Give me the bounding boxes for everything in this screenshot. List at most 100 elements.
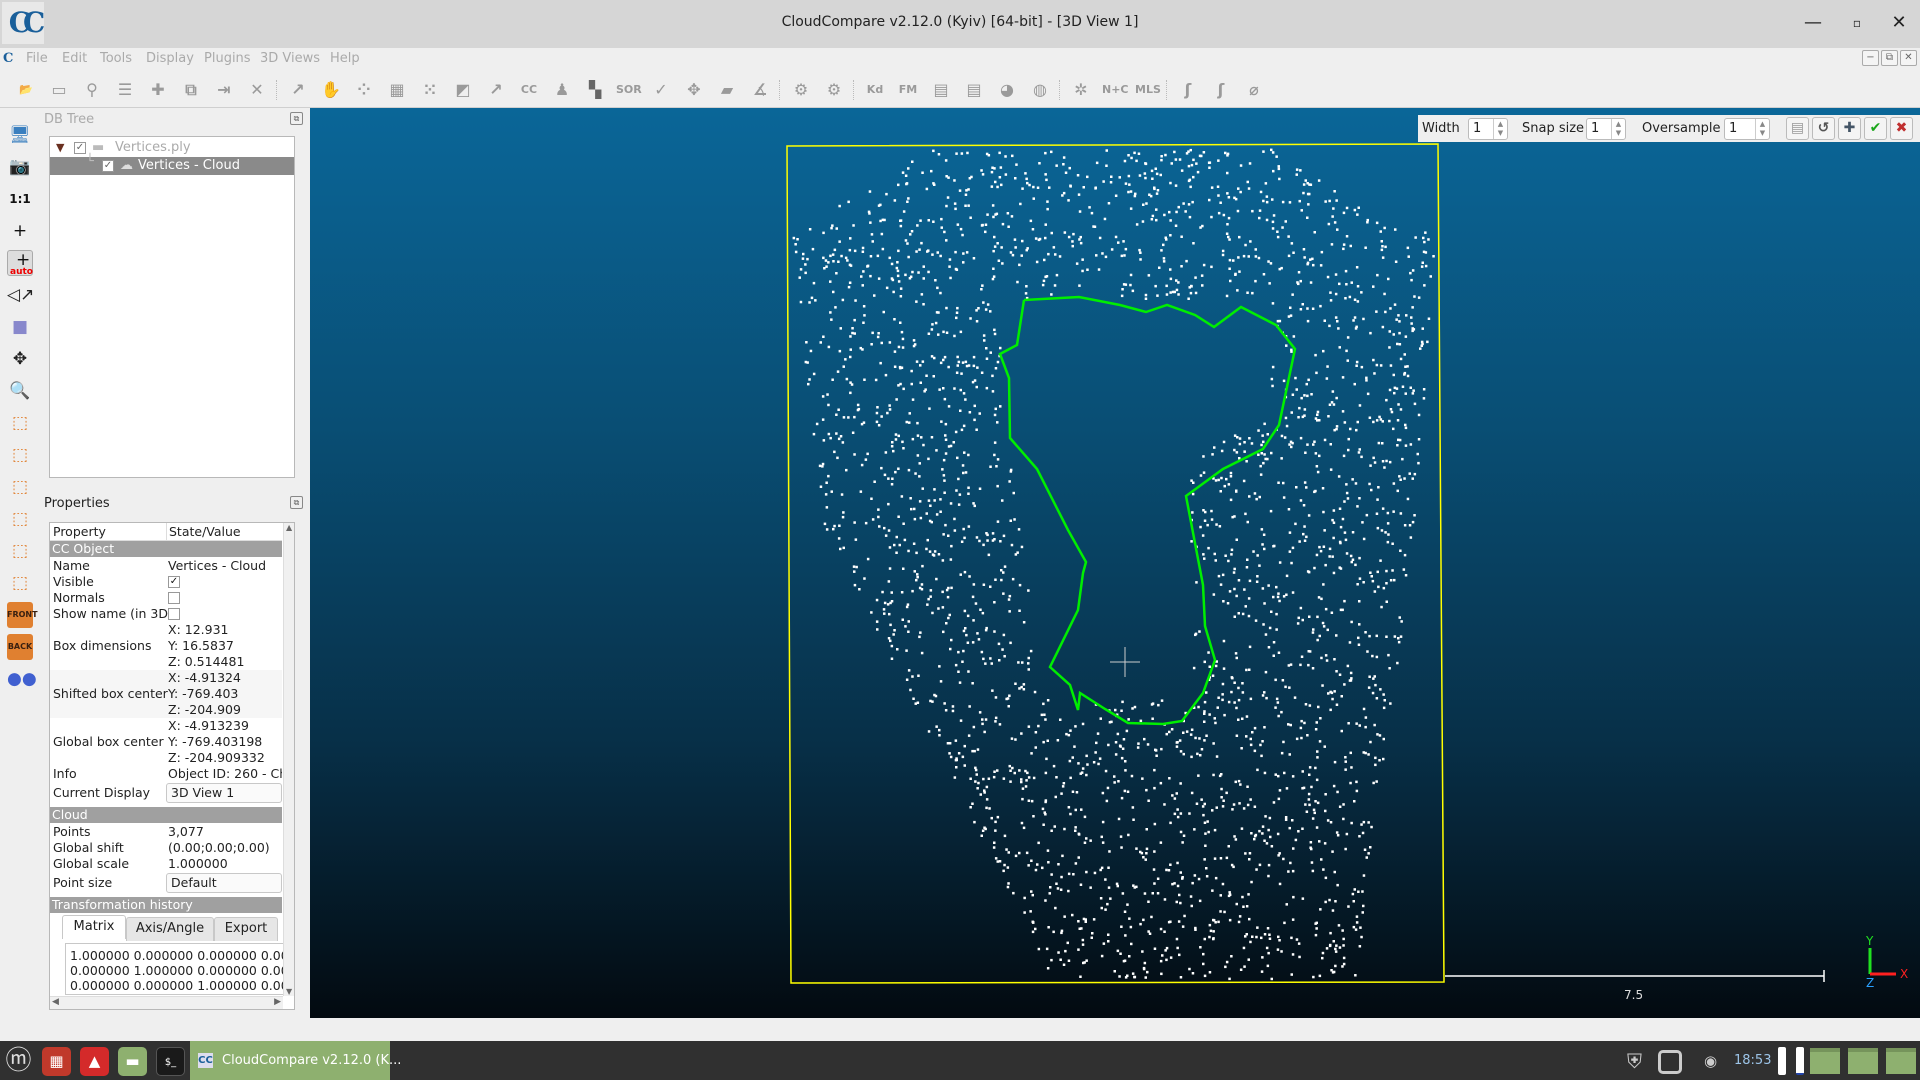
network-icon[interactable]: [1658, 1050, 1682, 1074]
raster-button[interactable]: ▤: [1786, 117, 1809, 140]
apply-button[interactable]: ✔: [1864, 117, 1887, 140]
workspace-2[interactable]: [1848, 1048, 1878, 1074]
close-button[interactable]: ✕: [1884, 10, 1914, 36]
mdi-restore-button[interactable]: ⧉: [1881, 50, 1898, 66]
tab-export[interactable]: Export: [214, 917, 278, 941]
canupo-classify-icon[interactable]: ⚙: [822, 79, 846, 101]
pie-icon[interactable]: ◕: [995, 79, 1019, 101]
pivot-icon[interactable]: +: [7, 218, 33, 244]
mdi-minimize-button[interactable]: −: [1862, 50, 1879, 66]
nc-icon[interactable]: N+C: [1102, 79, 1129, 101]
show-name-checkbox[interactable]: [168, 608, 180, 620]
3d-view[interactable]: [310, 108, 1920, 1018]
workspace-1[interactable]: [1810, 1048, 1840, 1074]
tree-item-cloud[interactable]: └ ✓ ☁ Vertices - Cloud: [50, 154, 294, 175]
scroll-left-icon[interactable]: ◀: [52, 997, 59, 1007]
fm-icon[interactable]: FM: [896, 79, 920, 101]
right-view-icon[interactable]: ⬚: [7, 538, 33, 564]
menu-plugins[interactable]: Plugins: [204, 51, 251, 66]
translate-icon[interactable]: ↗: [286, 79, 310, 101]
clone-icon[interactable]: ⚲: [80, 79, 104, 101]
scroll-right-icon[interactable]: ▶: [274, 997, 281, 1007]
top-view-icon[interactable]: ⬚: [7, 410, 33, 436]
properties-hscrollbar[interactable]: ◀ ▶: [50, 996, 283, 1009]
db-tree-float-icon[interactable]: ⧉: [290, 112, 303, 125]
tree-checkbox[interactable]: ✓: [74, 142, 86, 154]
zoom-1-1-icon[interactable]: 1:1: [7, 186, 33, 212]
segment-icon[interactable]: ✋: [319, 79, 343, 101]
add-point-icon[interactable]: ✚: [146, 79, 170, 101]
point-cloud-canvas[interactable]: [310, 108, 1920, 1018]
perspective-icon[interactable]: ◁↗: [7, 282, 34, 308]
maximize-button[interactable]: ▫: [1842, 10, 1872, 36]
mls-icon[interactable]: MLS: [1135, 79, 1161, 101]
bottom-view-icon[interactable]: ⬚: [7, 570, 33, 596]
point-size-select[interactable]: Default: [166, 873, 282, 893]
profile-icon[interactable]: ʃ: [1176, 79, 1200, 101]
camera-icon[interactable]: 📷: [7, 154, 33, 180]
sor-icon[interactable]: SOR: [616, 79, 642, 101]
canupo-create-icon[interactable]: ⚙: [789, 79, 813, 101]
kd-icon[interactable]: Kd: [863, 79, 887, 101]
current-display-select[interactable]: 3D View 1: [166, 783, 282, 803]
iso-back-icon[interactable]: BACK: [7, 634, 33, 660]
left-view-icon[interactable]: ⬚: [7, 474, 33, 500]
terminal-icon[interactable]: $_: [156, 1047, 185, 1076]
pivot-auto-icon[interactable]: + auto: [7, 250, 33, 277]
interaction-icon[interactable]: ✥: [7, 346, 33, 372]
minimize-button[interactable]: —: [1798, 10, 1828, 36]
plane-icon[interactable]: ◩: [451, 79, 475, 101]
segmentation-polyline[interactable]: [998, 295, 1297, 726]
menu-display[interactable]: Display: [146, 51, 194, 66]
properties-vscrollbar[interactable]: ▲ ▼: [283, 523, 294, 996]
scroll-down-icon[interactable]: ▼: [286, 987, 292, 996]
pick-icon[interactable]: ✓: [649, 79, 673, 101]
width-spinbox[interactable]: 1 ▲ ▼: [1468, 118, 1508, 140]
clock[interactable]: 18:53: [1734, 1053, 1771, 1068]
angle-icon[interactable]: ∡: [748, 79, 772, 101]
lighting-icon[interactable]: ■: [7, 314, 33, 340]
tab-matrix[interactable]: Matrix: [62, 915, 126, 939]
shield-icon[interactable]: ⛨: [1620, 1047, 1649, 1076]
tab-axis-angle[interactable]: Axis/Angle: [126, 917, 214, 941]
iso-front-icon[interactable]: FRONT: [7, 602, 38, 628]
workspace-3[interactable]: [1886, 1048, 1916, 1074]
cc-icon[interactable]: CC: [517, 79, 541, 101]
mint-menu-icon[interactable]: ⓜ: [4, 1047, 33, 1076]
spin-arrows-icon[interactable]: ▲ ▼: [1611, 119, 1625, 139]
csv-icon[interactable]: ▤: [929, 79, 953, 101]
globe-icon[interactable]: ◍: [1028, 79, 1052, 101]
export-icon[interactable]: ▤: [962, 79, 986, 101]
menu-edit[interactable]: Edit: [62, 51, 87, 66]
adobe-air-icon[interactable]: ▲: [80, 1047, 109, 1076]
cancel-button[interactable]: ✖: [1890, 117, 1913, 140]
noise-icon[interactable]: ⁙: [418, 79, 442, 101]
add-button[interactable]: ✚: [1838, 117, 1861, 140]
back-view-icon[interactable]: ⬚: [7, 506, 33, 532]
checker-icon[interactable]: ▚: [583, 79, 607, 101]
save-icon[interactable]: ▭: [47, 79, 71, 101]
subsample-icon[interactable]: ⇥: [212, 79, 236, 101]
mesh-icon[interactable]: ▦: [385, 79, 409, 101]
oversample-spinbox[interactable]: 1 ▲ ▼: [1724, 118, 1770, 140]
menu-tools[interactable]: Tools: [100, 51, 132, 66]
merge-icon[interactable]: ⧉: [179, 79, 203, 101]
nvidia-icon[interactable]: ◉: [1696, 1047, 1725, 1076]
stereo-icon[interactable]: ●●: [7, 666, 37, 692]
snap-size-spinbox[interactable]: 1 ▲ ▼: [1586, 118, 1626, 140]
normals-checkbox[interactable]: [168, 592, 180, 604]
visible-checkbox[interactable]: ✓: [168, 576, 180, 588]
puzzle-icon[interactable]: ✲: [1069, 79, 1093, 101]
box-icon[interactable]: ▰: [715, 79, 739, 101]
menu-3d-views[interactable]: 3D Views: [260, 51, 320, 66]
spin-arrows-icon[interactable]: ▲ ▼: [1493, 119, 1507, 139]
menu-help[interactable]: Help: [330, 51, 360, 66]
fullscreen-icon[interactable]: 🖥: [7, 122, 33, 148]
open-icon[interactable]: 📂: [14, 79, 38, 101]
properties-float-icon[interactable]: ⧉: [290, 496, 303, 509]
mdi-close-button[interactable]: ✕: [1900, 50, 1917, 66]
menu-file[interactable]: File: [26, 51, 48, 66]
delete-icon[interactable]: ✕: [245, 79, 269, 101]
section-icon[interactable]: ʃ: [1209, 79, 1233, 101]
sample-icon[interactable]: ⁘: [352, 79, 376, 101]
